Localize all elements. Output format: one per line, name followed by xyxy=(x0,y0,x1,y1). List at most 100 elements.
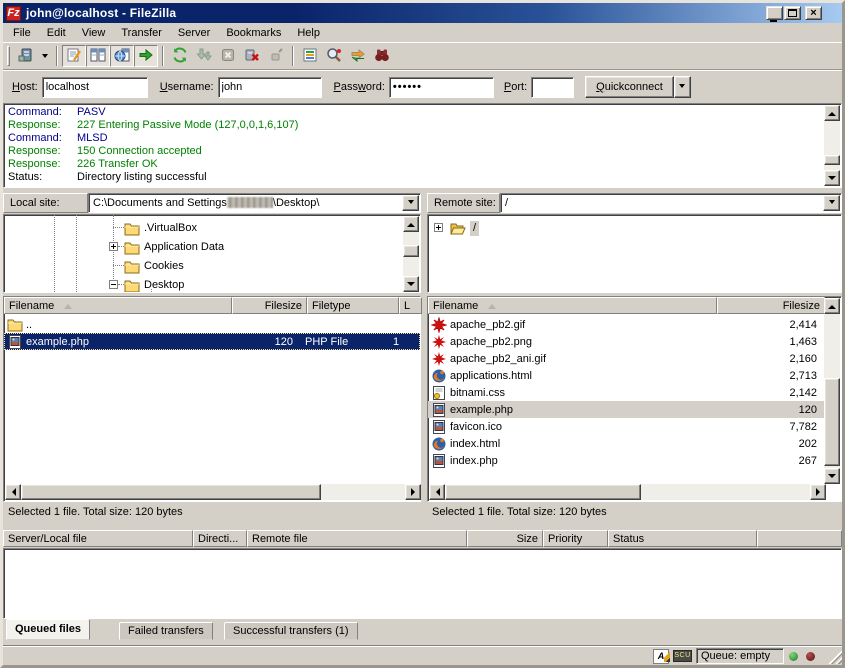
menu-file[interactable]: File xyxy=(5,24,39,42)
remote-directory-tree[interactable]: / xyxy=(427,214,842,293)
tree-item-root[interactable]: / xyxy=(450,219,479,238)
file-row-example-php[interactable]: example.php 120 PHP File 1 xyxy=(4,333,420,350)
header-filetype[interactable]: Filetype xyxy=(307,297,399,314)
port-input[interactable] xyxy=(531,77,574,98)
close-button[interactable]: × xyxy=(805,6,822,20)
scrollbar-thumb[interactable] xyxy=(21,484,321,500)
scroll-right-button[interactable] xyxy=(405,484,421,500)
local-site-combobox[interactable]: C:\Documents and Settings\Desktop\ xyxy=(88,193,421,213)
scroll-down-button[interactable] xyxy=(824,468,840,484)
toggle-transfer-queue-button[interactable] xyxy=(134,45,158,67)
process-queue-button[interactable] xyxy=(192,45,216,67)
scrollbar-thumb[interactable] xyxy=(824,378,840,466)
quickconnect-dropdown-button[interactable] xyxy=(674,76,691,98)
header-filesize[interactable]: Filesize xyxy=(717,297,825,314)
scroll-left-button[interactable] xyxy=(429,484,445,500)
toggle-remote-tree-button[interactable] xyxy=(110,45,134,67)
file-row[interactable]: apache_pb2.gif 2,414 xyxy=(428,316,825,333)
menu-transfer[interactable]: Transfer xyxy=(113,24,170,42)
header-filename[interactable]: Filename xyxy=(428,297,717,314)
resize-grip[interactable] xyxy=(827,649,842,664)
menu-help[interactable]: Help xyxy=(289,24,328,42)
scroll-left-button[interactable] xyxy=(5,484,21,500)
file-row-example-php[interactable]: example.php 120 xyxy=(428,401,825,418)
filter-button[interactable] xyxy=(298,45,322,67)
username-input[interactable] xyxy=(218,77,322,98)
queue-header-status[interactable]: Status xyxy=(608,530,757,547)
password-input[interactable] xyxy=(389,77,494,98)
file-row[interactable]: bitnami.css 2,142 xyxy=(428,384,825,401)
scroll-up-button[interactable] xyxy=(403,216,419,232)
scroll-up-button[interactable] xyxy=(824,298,840,314)
file-row[interactable]: favicon.ico 7,782 xyxy=(428,418,825,435)
remote-file-list[interactable]: Filename Filesize apache_pb2.gif 2,414 a… xyxy=(427,296,842,502)
local-file-list[interactable]: Filename Filesize Filetype L .. example.… xyxy=(3,296,421,502)
message-log[interactable]: Command:PASV Response:227 Entering Passi… xyxy=(3,103,842,188)
site-manager-dropdown-button[interactable] xyxy=(38,45,52,67)
queue-header-priority[interactable]: Priority xyxy=(543,530,608,547)
scrollbar-thumb[interactable] xyxy=(445,484,641,500)
menu-server[interactable]: Server xyxy=(170,24,218,42)
file-row-parent-dir[interactable]: .. xyxy=(4,316,420,333)
collapse-icon[interactable] xyxy=(109,280,118,289)
file-row[interactable]: index.html 202 xyxy=(428,435,825,452)
tab-queued-files[interactable]: Queued files xyxy=(6,619,90,640)
local-tree-scrollbar[interactable] xyxy=(403,216,419,292)
remote-site-combobox[interactable]: / xyxy=(500,193,842,213)
queue-header-size[interactable]: Size xyxy=(467,530,543,547)
scroll-right-button[interactable] xyxy=(810,484,826,500)
menu-view[interactable]: View xyxy=(74,24,114,42)
toolbar-grip[interactable] xyxy=(7,46,10,66)
scroll-down-button[interactable] xyxy=(824,170,840,186)
reconnect-button[interactable] xyxy=(264,45,288,67)
titlebar[interactable]: Fz john@localhost - FileZilla xyxy=(3,3,842,23)
tab-successful-transfers[interactable]: Successful transfers (1) xyxy=(224,622,358,640)
menu-edit[interactable]: Edit xyxy=(39,24,74,42)
scrollbar-thumb[interactable] xyxy=(403,245,419,257)
tab-failed-transfers[interactable]: Failed transfers xyxy=(119,622,213,640)
site-manager-button[interactable] xyxy=(14,45,38,67)
refresh-button[interactable] xyxy=(168,45,192,67)
host-input[interactable] xyxy=(42,77,148,98)
remote-site-dropdown-button[interactable] xyxy=(823,195,840,211)
file-row[interactable]: index.php 267 xyxy=(428,452,825,469)
menu-bookmarks[interactable]: Bookmarks xyxy=(218,24,289,42)
tree-item-application-data[interactable]: Application Data xyxy=(124,238,224,257)
scroll-down-button[interactable] xyxy=(403,276,419,292)
expand-icon[interactable] xyxy=(109,242,118,251)
tree-item-desktop[interactable]: Desktop xyxy=(124,276,184,293)
queue-header-server-local-file[interactable]: Server/Local file xyxy=(3,530,193,547)
queue-header-direction[interactable]: Directi... xyxy=(193,530,247,547)
local-site-dropdown-button[interactable] xyxy=(402,195,419,211)
queue-header-remote-file[interactable]: Remote file xyxy=(247,530,467,547)
remote-list-hscrollbar[interactable] xyxy=(429,484,826,500)
file-row[interactable]: apache_pb2.png 1,463 xyxy=(428,333,825,350)
queue-body[interactable] xyxy=(3,548,842,619)
local-list-hscrollbar[interactable] xyxy=(5,484,421,500)
speed-limit-badge-icon[interactable]: SCU xyxy=(673,650,692,662)
quickconnect-button[interactable]: Quickconnect xyxy=(585,76,674,98)
toggle-message-log-button[interactable] xyxy=(62,45,86,67)
log-scrollbar[interactable] xyxy=(824,105,840,186)
local-directory-tree[interactable]: .VirtualBox Application Data Cookies Des… xyxy=(3,214,421,293)
toggle-local-tree-button[interactable] xyxy=(86,45,110,67)
file-row[interactable]: applications.html 2,713 xyxy=(428,367,825,384)
header-lastmodified[interactable]: L xyxy=(399,297,422,314)
remote-list-vscrollbar[interactable] xyxy=(824,298,840,484)
header-filename[interactable]: Filename xyxy=(4,297,232,314)
maximize-button[interactable] xyxy=(784,6,801,20)
header-filesize[interactable]: Filesize xyxy=(232,297,307,314)
transfer-type-icon[interactable]: A xyxy=(653,649,669,664)
tree-item-virtualbox[interactable]: .VirtualBox xyxy=(124,219,197,238)
synchronized-browsing-button[interactable] xyxy=(346,45,370,67)
scroll-up-button[interactable] xyxy=(824,105,840,121)
tree-item-cookies[interactable]: Cookies xyxy=(124,257,184,276)
scrollbar-thumb[interactable] xyxy=(824,155,840,165)
expand-icon[interactable] xyxy=(434,223,443,232)
cancel-button[interactable] xyxy=(216,45,240,67)
find-files-button[interactable] xyxy=(370,45,394,67)
minimize-button[interactable] xyxy=(766,6,783,20)
directory-comparison-button[interactable] xyxy=(322,45,346,67)
disconnect-button[interactable] xyxy=(240,45,264,67)
file-row[interactable]: apache_pb2_ani.gif 2,160 xyxy=(428,350,825,367)
